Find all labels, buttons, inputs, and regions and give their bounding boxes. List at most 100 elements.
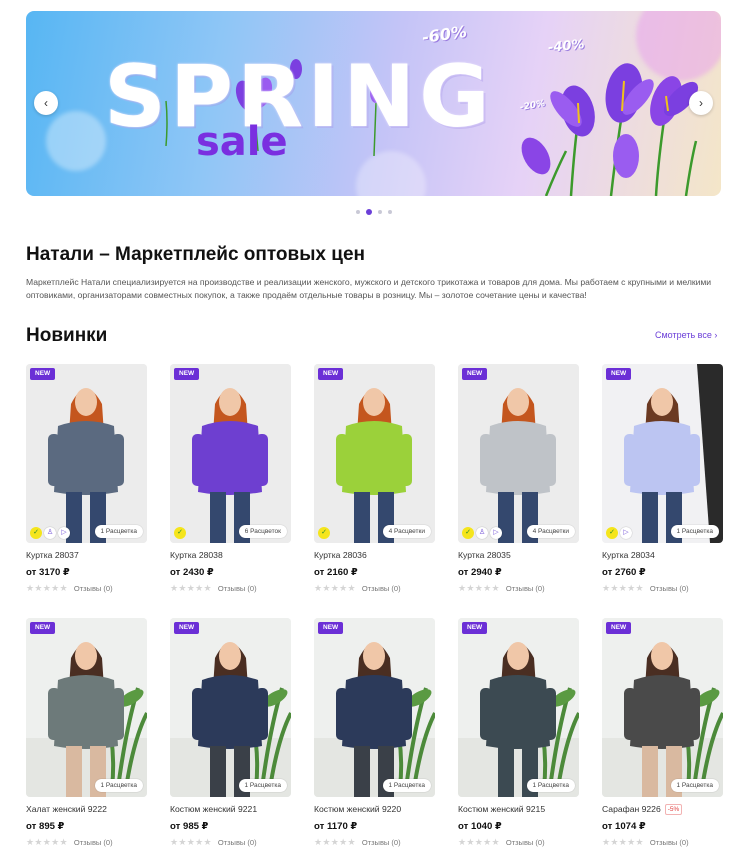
color-count-chip: 1 Расцветка (526, 779, 575, 792)
product-photo[interactable]: NEW 1 Расцветка (458, 618, 579, 797)
product-card[interactable]: NEW ✓ 6 Расцветок Куртка 28038 от 2430 ₽ ★★★★… (170, 364, 291, 593)
product-card[interactable]: NEW 1 Расцветка Сарафан 9226 -5% от 1074 ₽ ★★… (602, 618, 723, 847)
discount-badge: -5% (664, 804, 683, 815)
model-figure (170, 364, 291, 543)
new-badge: NEW (174, 368, 200, 380)
product-name[interactable]: Костюм женский 9215 (458, 804, 545, 814)
reviews-link[interactable]: Отзывы (0) (74, 838, 113, 847)
color-count-chip: 4 Расцветки (526, 525, 575, 538)
product-photo[interactable]: NEW ✓ 4 Расцветки (314, 364, 435, 543)
reviews-link[interactable]: Отзывы (0) (74, 584, 113, 593)
play-icon[interactable]: ▷ (620, 527, 632, 539)
play-icon[interactable]: ▷ (58, 527, 70, 539)
promo-banner[interactable]: SPRING sale -60% -40% -20% ‹ › (26, 11, 721, 196)
reviews-link[interactable]: Отзывы (0) (362, 838, 401, 847)
model-figure (26, 364, 147, 543)
product-photo[interactable]: NEW ✓ ♙ ▷ 4 Расцветки (458, 364, 579, 543)
product-name[interactable]: Куртка 28037 (26, 550, 79, 560)
reviews-link[interactable]: Отзывы (0) (650, 584, 689, 593)
product-name[interactable]: Халат женский 9222 (26, 804, 107, 814)
product-name[interactable]: Куртка 28038 (170, 550, 223, 560)
product-photo[interactable]: NEW ✓ 6 Расцветок (170, 364, 291, 543)
reviews-link[interactable]: Отзывы (0) (506, 584, 545, 593)
reviews-link[interactable]: Отзывы (0) (218, 584, 257, 593)
banner-dot[interactable] (378, 210, 382, 214)
product-price: от 2940 ₽ (458, 567, 502, 578)
checkmark-icon: ✓ (462, 527, 474, 539)
rating-row: ★★★★★ Отзывы (0) (458, 583, 579, 593)
rating-row: ★★★★★ Отзывы (0) (602, 837, 723, 847)
model-figure (602, 364, 723, 543)
play-icon[interactable]: ▷ (490, 527, 502, 539)
product-card[interactable]: NEW 1 Расцветка Костюм женский 9215 от 1040… (458, 618, 579, 847)
product-name[interactable]: Костюм женский 9220 (314, 804, 401, 814)
product-photo[interactable]: NEW 1 Расцветка (26, 618, 147, 797)
product-card[interactable]: NEW 1 Расцветка Костюм женский 9221 от 985 … (170, 618, 291, 847)
rating-row: ★★★★★ Отзывы (0) (314, 583, 435, 593)
reviews-link[interactable]: Отзывы (0) (218, 838, 257, 847)
product-photo[interactable]: NEW 1 Расцветка (314, 618, 435, 797)
chevron-left-icon: ‹ (44, 96, 48, 110)
new-badge: NEW (606, 622, 632, 634)
product-name-row: Куртка 28037 (26, 550, 147, 561)
product-card[interactable]: NEW 1 Расцветка Костюм женский 9220 от 1170… (314, 618, 435, 847)
banner-prev-button[interactable]: ‹ (34, 91, 58, 115)
product-price: от 1170 ₽ (314, 821, 358, 832)
new-badge: NEW (174, 622, 200, 634)
product-name[interactable]: Куртка 28035 (458, 550, 511, 560)
rating-row: ★★★★★ Отзывы (0) (26, 583, 147, 593)
color-count-chip: 1 Расцветка (94, 525, 143, 538)
product-photo[interactable]: NEW ✓ ▷ 1 Расцветка (602, 364, 723, 543)
color-count-chip: 1 Расцветка (382, 779, 431, 792)
new-badge: NEW (30, 622, 56, 634)
banner-sale-word: sale (196, 119, 288, 165)
product-name-row: Куртка 28036 (314, 550, 435, 561)
product-card[interactable]: NEW ✓ ♙ ▷ 4 Расцветки Куртка 28035 от 2940 ₽ ★★… (458, 364, 579, 593)
banner-pagination (356, 209, 392, 215)
product-photo[interactable]: NEW ✓ ♙ ▷ 1 Расцветка (26, 364, 147, 543)
product-card[interactable]: NEW ✓ 4 Расцветки Куртка 28036 от 2160 ₽ ★★★★… (314, 364, 435, 593)
star-rating-icon: ★★★★★ (602, 582, 644, 593)
banner-dot[interactable] (388, 210, 392, 214)
model-figure (26, 618, 147, 797)
rating-row: ★★★★★ Отзывы (0) (170, 583, 291, 593)
reviews-link[interactable]: Отзывы (0) (362, 584, 401, 593)
product-feature-icons: ✓ (318, 527, 330, 539)
product-card[interactable]: NEW 1 Расцветка Халат женский 9222 от 895 ₽… (26, 618, 147, 847)
banner-dot-active[interactable] (366, 209, 372, 215)
product-card[interactable]: NEW ✓ ▷ 1 Расцветка Куртка 28034 от 2760 ₽ ★★★… (602, 364, 723, 593)
model-figure (314, 364, 435, 543)
new-badge: NEW (462, 622, 488, 634)
person-icon: ♙ (44, 527, 56, 539)
model-figure (458, 364, 579, 543)
page-description: Маркетплейс Натали специализируется на п… (26, 277, 712, 300)
product-card[interactable]: NEW ✓ ♙ ▷ 1 Расцветка Куртка 28037 от 3170 ₽ ★★… (26, 364, 147, 593)
star-rating-icon: ★★★★★ (314, 836, 356, 847)
product-name[interactable]: Костюм женский 9221 (170, 804, 257, 814)
star-rating-icon: ★★★★★ (170, 836, 212, 847)
product-photo[interactable]: NEW 1 Расцветка (170, 618, 291, 797)
color-count-chip: 1 Расцветка (238, 779, 287, 792)
banner-dot[interactable] (356, 210, 360, 214)
product-name-row: Халат женский 9222 (26, 804, 147, 815)
product-name[interactable]: Куртка 28034 (602, 550, 655, 560)
product-photo[interactable]: NEW 1 Расцветка (602, 618, 723, 797)
star-rating-icon: ★★★★★ (602, 836, 644, 847)
product-price: от 1074 ₽ (602, 821, 646, 832)
star-rating-icon: ★★★★★ (26, 582, 68, 593)
page-title: Натали – Маркетплейс оптовых цен (26, 244, 366, 265)
color-count-chip: 1 Расцветка (94, 779, 143, 792)
see-all-link[interactable]: Смотреть все › (655, 330, 717, 340)
model-figure (602, 618, 723, 797)
star-rating-icon: ★★★★★ (170, 582, 212, 593)
reviews-link[interactable]: Отзывы (0) (650, 838, 689, 847)
reviews-link[interactable]: Отзывы (0) (506, 838, 545, 847)
new-badge: NEW (606, 368, 632, 380)
product-name-row: Костюм женский 9215 (458, 804, 579, 815)
product-name-row: Костюм женский 9221 (170, 804, 291, 815)
product-price: от 985 ₽ (170, 821, 209, 832)
model-figure (170, 618, 291, 797)
product-name[interactable]: Куртка 28036 (314, 550, 367, 560)
banner-next-button[interactable]: › (689, 91, 713, 115)
product-name[interactable]: Сарафан 9226 (602, 804, 661, 814)
